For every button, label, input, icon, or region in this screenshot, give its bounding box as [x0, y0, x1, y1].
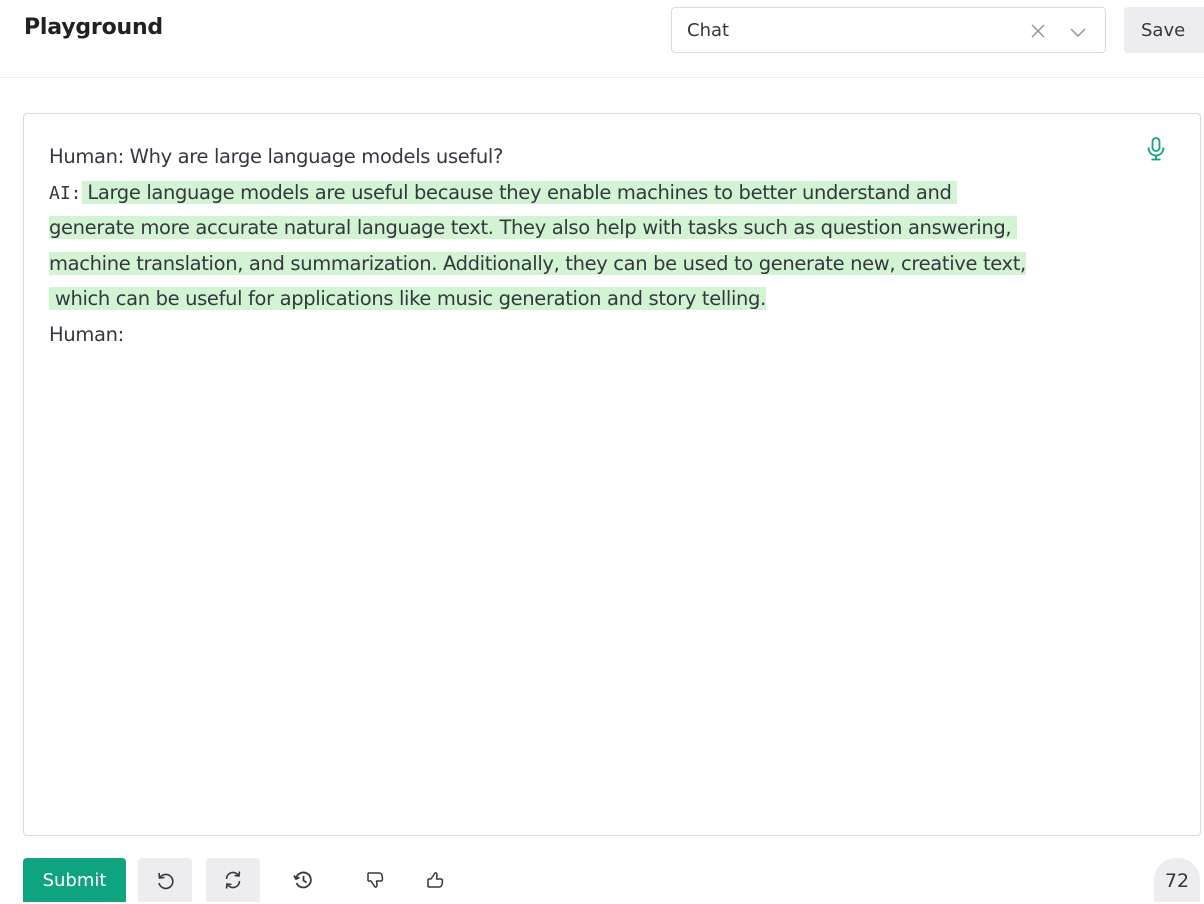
save-button[interactable]: Save	[1124, 7, 1204, 53]
preset-select-value: Chat	[687, 19, 730, 41]
regenerate-button[interactable]	[206, 858, 260, 902]
undo-icon	[158, 872, 174, 890]
prompt-editor[interactable]: Human: Why are large language models use…	[23, 113, 1201, 836]
ai-prefix: AI:	[49, 182, 82, 204]
page-title: Playground	[24, 15, 163, 40]
human-question-line: Human: Why are large language models use…	[49, 145, 503, 168]
human-next-line: Human:	[49, 322, 124, 346]
header: Playground Chat Save	[0, 0, 1204, 78]
preset-select[interactable]: Chat	[671, 7, 1106, 53]
thumbs-up-icon	[427, 872, 444, 888]
ai-response-line-4: which can be useful for applications lik…	[49, 281, 1149, 317]
history-icon	[293, 871, 312, 889]
thumbs-down-icon	[367, 872, 384, 888]
undo-button[interactable]	[138, 858, 192, 902]
editor-text[interactable]: Human: Why are large language models use…	[49, 139, 1149, 352]
token-count: 72	[1154, 858, 1200, 902]
close-icon[interactable]	[1028, 21, 1048, 41]
submit-button[interactable]: Submit	[23, 858, 126, 902]
ai-response-text: Large language models are useful because…	[81, 180, 958, 204]
thumbs-up-button[interactable]	[408, 858, 462, 902]
ai-response-line-3: machine translation, and summarization. …	[49, 246, 1149, 282]
refresh-icon	[225, 871, 241, 889]
ai-response-line-1: AI: Large language models are useful bec…	[49, 175, 1149, 211]
ai-response-text: generate more accurate natural language …	[49, 216, 1018, 239]
ai-response-text: which can be useful for applications lik…	[49, 287, 766, 310]
thumbs-down-button[interactable]	[348, 858, 402, 902]
history-button[interactable]	[276, 858, 330, 902]
ai-response-line-2: generate more accurate natural language …	[49, 210, 1149, 246]
chevron-down-icon[interactable]	[1068, 22, 1088, 42]
ai-response-text: machine translation, and summarization. …	[49, 251, 1026, 275]
